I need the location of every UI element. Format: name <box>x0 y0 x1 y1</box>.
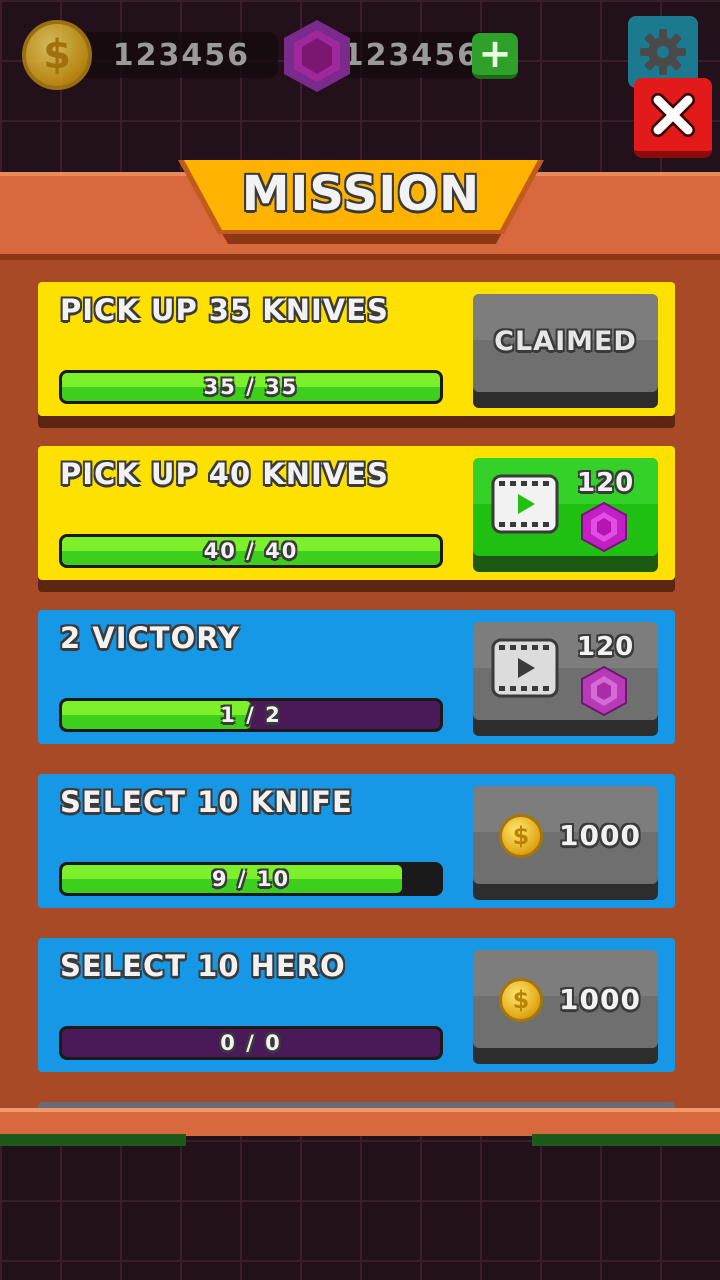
claim-reward-button[interactable]: 120 <box>473 458 658 556</box>
gem-count: 123456 <box>342 37 480 73</box>
mission-card: PICK UP 35 KNIVES 35 / 35 CLAIMED <box>38 282 675 416</box>
close-button[interactable] <box>634 78 712 158</box>
mission-card: SELECT 10 KNIFE 9 / 10 $ 1000 <box>38 774 675 908</box>
video-icon <box>491 474 559 534</box>
add-gems-button[interactable]: + <box>472 31 518 79</box>
locked-reward-button[interactable]: $ 1000 <box>473 950 658 1048</box>
progress-bar: 9 / 10 <box>59 862 443 896</box>
mission-card: SELECT 10 HERO 0 / 0 $ 1000 <box>38 938 675 1072</box>
progress-text: 40 / 40 <box>203 539 299 563</box>
close-icon <box>651 92 695 137</box>
page-title: MISSION <box>241 166 481 222</box>
reward-amount: 120 <box>577 468 635 498</box>
progress-bar: 0 / 0 <box>59 1026 443 1060</box>
mission-title: PICK UP 35 KNIVES <box>60 293 389 327</box>
coin-counter: 123456 <box>60 32 278 78</box>
claimed-label: CLAIMED <box>494 326 637 357</box>
mission-card: 2 VICTORY 1 / 2 120 <box>38 610 675 744</box>
progress-bar: 1 / 2 <box>59 698 443 732</box>
plus-icon: + <box>478 31 512 77</box>
coin-count: 123456 <box>112 37 250 73</box>
progress-text: 35 / 35 <box>203 375 299 399</box>
progress-text: 0 / 0 <box>220 1031 282 1055</box>
reward-amount: 1000 <box>559 983 641 1016</box>
gem-icon <box>284 20 350 92</box>
locked-reward-button[interactable]: 120 <box>473 622 658 720</box>
panel-bottom-edge <box>0 1108 720 1136</box>
reward-amount: 1000 <box>559 819 641 852</box>
mission-title: SELECT 10 HERO <box>60 949 346 983</box>
video-icon <box>491 638 559 698</box>
gem-icon <box>581 666 627 716</box>
progress-text: 9 / 10 <box>211 867 291 891</box>
floor-strip-right <box>532 1134 720 1146</box>
coin-icon: $ <box>499 814 543 858</box>
mission-title: SELECT 10 KNIFE <box>60 785 353 819</box>
progress-text: 1 / 2 <box>220 703 282 727</box>
floor-strip-left <box>0 1134 186 1146</box>
gem-icon <box>581 502 627 552</box>
mission-title: PICK UP 40 KNIVES <box>60 457 389 491</box>
progress-bar: 40 / 40 <box>59 534 443 568</box>
reward-amount: 120 <box>577 632 635 662</box>
claimed-button[interactable]: CLAIMED <box>473 294 658 392</box>
gear-icon <box>640 29 686 75</box>
mission-title: 2 VICTORY <box>60 621 240 655</box>
coin-icon: $ <box>22 20 92 90</box>
locked-reward-button[interactable]: $ 1000 <box>473 786 658 884</box>
mission-card: PICK UP 40 KNIVES 40 / 40 120 <box>38 446 675 580</box>
coin-icon: $ <box>499 978 543 1022</box>
progress-bar: 35 / 35 <box>59 370 443 404</box>
